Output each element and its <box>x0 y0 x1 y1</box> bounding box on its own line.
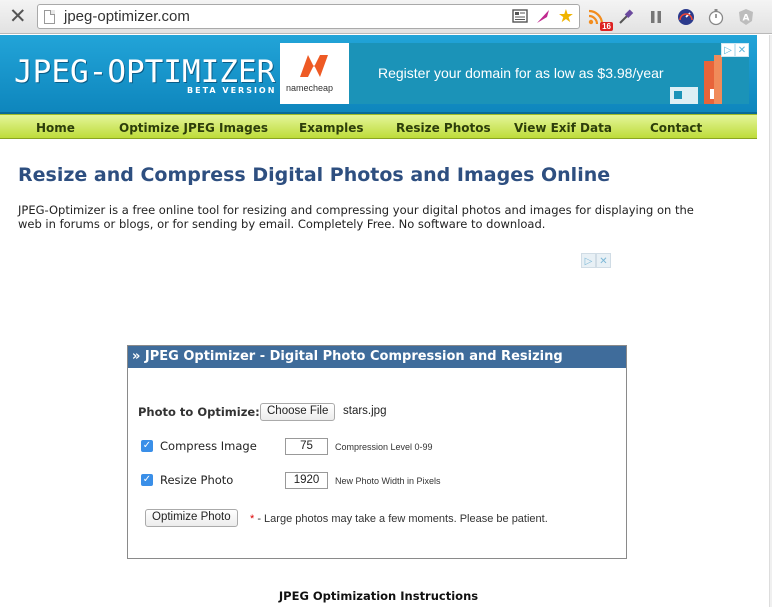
optimize-photo-button[interactable]: Optimize Photo <box>145 509 238 527</box>
beta-label: BETA VERSION <box>187 86 277 95</box>
compress-image-checkbox[interactable]: ✓ <box>141 440 153 452</box>
instructions-heading: JPEG Optimization Instructions <box>278 589 479 603</box>
photo-to-optimize-label: Photo to Optimize: <box>138 405 260 419</box>
namecheap-wordmark: namecheap <box>286 83 334 93</box>
main-nav: Home Optimize JPEG Images Examples Resiz… <box>0 114 757 139</box>
form-title: » JPEG Optimizer - Digital Photo Compres… <box>128 346 626 368</box>
nav-optimize-jpeg[interactable]: Optimize JPEG Images <box>119 121 268 135</box>
ad-illustration <box>670 55 722 104</box>
nav-home[interactable]: Home <box>36 121 75 135</box>
url-text[interactable]: jpeg-optimizer.com <box>64 8 190 25</box>
quill-extension-icon[interactable] <box>534 7 552 25</box>
ad-choices[interactable]: ▷ ✕ <box>721 43 749 57</box>
ad-info-icon[interactable]: ▷ <box>721 43 735 57</box>
bookmark-star-icon[interactable]: ★ <box>557 6 575 27</box>
compress-image-label[interactable]: Compress Image <box>160 439 257 453</box>
speed-dial-icon[interactable] <box>675 6 697 28</box>
ad-choices-small[interactable]: ▷ ✕ <box>581 253 611 268</box>
patience-note-text: - Large photos may take a few moments. P… <box>254 513 548 525</box>
compression-level-input[interactable]: 75 <box>285 438 328 455</box>
svg-text:A: A <box>743 14 750 24</box>
ad-close-icon[interactable]: ✕ <box>596 253 611 268</box>
ad-banner[interactable]: namecheap Register your domain for as lo… <box>280 43 749 104</box>
stop-loading-icon[interactable]: ✕ <box>9 4 27 28</box>
pause-icon[interactable] <box>645 6 667 28</box>
photo-width-hint: New Photo Width in Pixels <box>335 476 441 486</box>
ad-close-icon[interactable]: ✕ <box>735 43 749 57</box>
nav-view-exif[interactable]: View Exif Data <box>514 121 612 135</box>
page-icon <box>44 10 55 24</box>
site-header: JPEG-OPTIMIZER BETA VERSION namecheap Re… <box>0 35 757 114</box>
namecheap-logo: namecheap <box>280 43 349 104</box>
nav-examples[interactable]: Examples <box>299 121 364 135</box>
timer-icon[interactable] <box>705 6 727 28</box>
ad-text[interactable]: Register your domain for as low as $3.98… <box>378 65 664 81</box>
rss-feed-icon[interactable]: 16 <box>585 6 613 31</box>
selected-file-name: stars.jpg <box>343 405 387 417</box>
nav-resize-photos[interactable]: Resize Photos <box>396 121 491 135</box>
photo-width-input[interactable]: 1920 <box>285 472 328 489</box>
choose-file-button[interactable]: Choose File <box>260 403 336 421</box>
eyedropper-icon[interactable] <box>615 6 637 28</box>
compression-level-hint: Compression Level 0-99 <box>335 442 433 452</box>
page-title: Resize and Compress Digital Photos and I… <box>18 164 611 186</box>
address-bar[interactable]: jpeg-optimizer.com ★ <box>37 4 580 29</box>
resize-photo-label[interactable]: Resize Photo <box>160 473 233 487</box>
ad-info-icon[interactable]: ▷ <box>581 253 596 268</box>
angular-extension-icon[interactable]: A <box>735 6 757 28</box>
reader-view-icon[interactable] <box>511 7 529 25</box>
optimizer-form: » JPEG Optimizer - Digital Photo Compres… <box>127 345 627 559</box>
browser-toolbar: ✕ jpeg-optimizer.com ★ 16 A <box>0 0 772 34</box>
patience-note: * - Large photos may take a few moments.… <box>250 513 548 525</box>
intro-text: JPEG-Optimizer is a free online tool for… <box>18 203 694 231</box>
nav-contact[interactable]: Contact <box>650 121 702 135</box>
site-logo[interactable]: JPEG-OPTIMIZER <box>14 54 275 90</box>
namecheap-n-icon <box>300 55 328 77</box>
rss-count-badge: 16 <box>600 22 613 31</box>
resize-photo-checkbox[interactable]: ✓ <box>141 474 153 486</box>
